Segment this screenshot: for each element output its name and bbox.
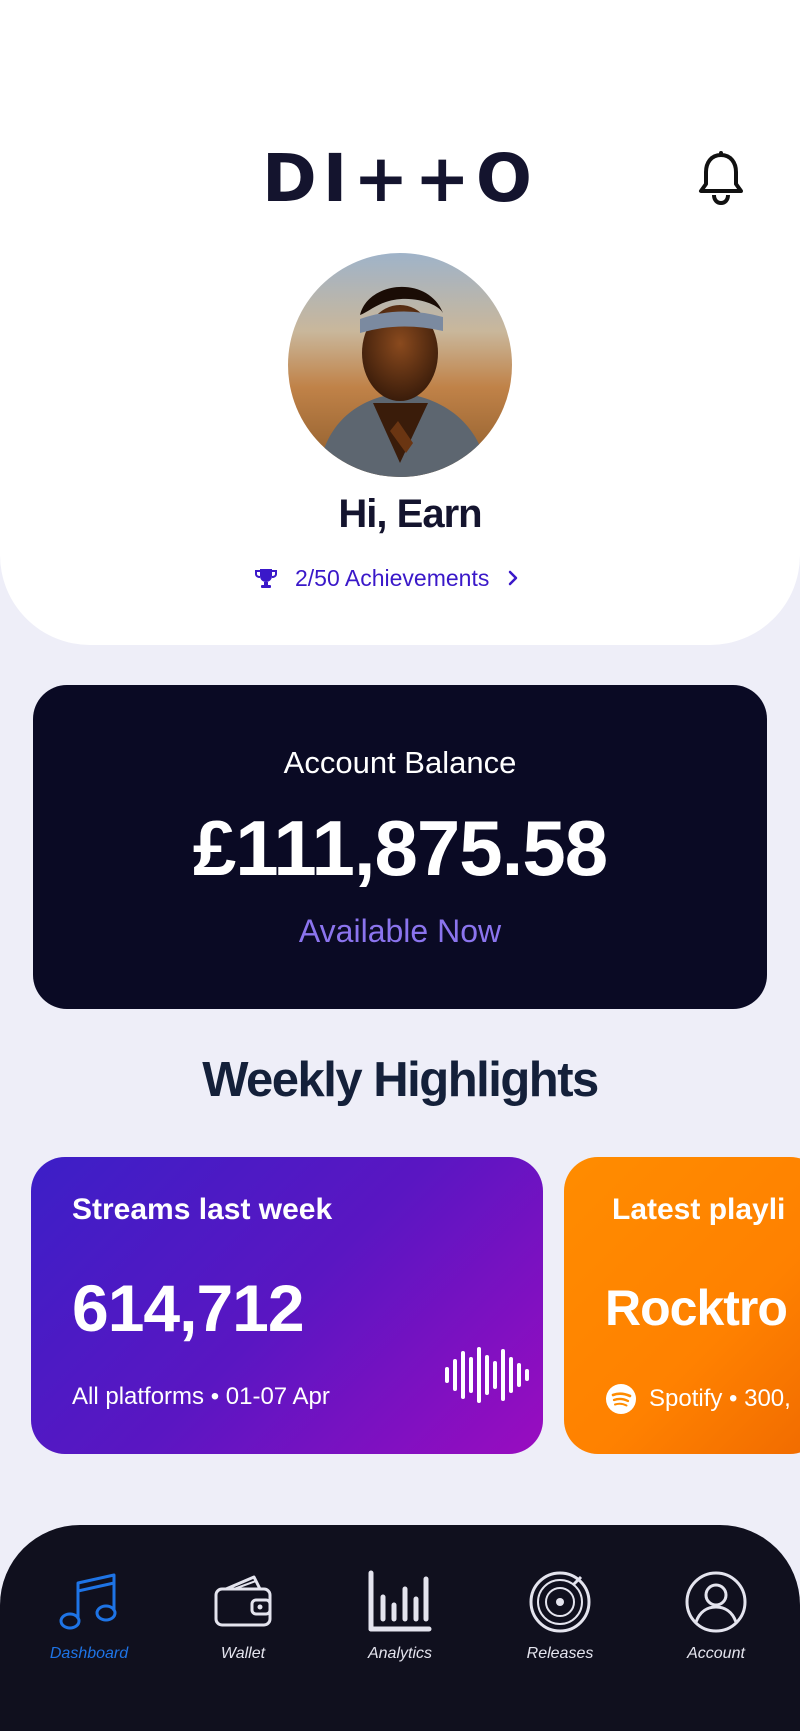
music-note-icon bbox=[59, 1573, 117, 1630]
nav-item-account[interactable]: Account bbox=[646, 1567, 786, 1663]
nav-label: Wallet bbox=[220, 1645, 266, 1662]
ditto-logo: DI++O bbox=[261, 140, 539, 217]
nav-item-dashboard[interactable]: Dashboard bbox=[19, 1567, 159, 1663]
greeting-title: Hi, Earn bbox=[338, 492, 482, 536]
nav-item-wallet[interactable]: Wallet bbox=[173, 1567, 313, 1663]
highlight-value: 614,712 bbox=[72, 1271, 305, 1345]
weekly-highlights-title: Weekly Highlights bbox=[202, 1053, 599, 1107]
nav-label: Releases bbox=[526, 1645, 594, 1662]
user-icon bbox=[685, 1571, 747, 1633]
achievements-label: 2/50 Achievements bbox=[295, 564, 490, 591]
highlight-title: Latest playli bbox=[612, 1193, 786, 1226]
streams-highlight-card[interactable]: Streams last week 614,712 All platforms … bbox=[31, 1157, 543, 1454]
wallet-icon bbox=[214, 1575, 272, 1627]
achievements-link[interactable]: 2/50 Achievements bbox=[255, 563, 519, 593]
nav-item-releases[interactable]: Releases bbox=[490, 1567, 630, 1663]
bottom-navigation: Dashboard Wallet Analytics Releases Acco… bbox=[0, 1525, 800, 1731]
nav-label: Dashboard bbox=[49, 1645, 129, 1662]
playlist-highlight-card[interactable]: Latest playli Rocktro Spotify • 300, bbox=[564, 1157, 800, 1454]
trophy-icon bbox=[255, 569, 277, 588]
chevron-right-icon bbox=[509, 570, 518, 586]
highlight-value: Rocktro bbox=[605, 1280, 788, 1336]
account-balance-card[interactable]: Account Balance £111,875.58 Available No… bbox=[33, 685, 767, 1009]
sound-wave-icon bbox=[445, 1347, 529, 1403]
highlight-subtitle: Spotify • 300, bbox=[605, 1383, 791, 1415]
highlight-subtitle: All platforms • 01-07 Apr bbox=[72, 1383, 330, 1410]
balance-status: Available Now bbox=[298, 913, 502, 949]
avatar[interactable] bbox=[288, 253, 512, 477]
spotify-icon bbox=[606, 1384, 636, 1414]
bar-chart-icon bbox=[368, 1570, 432, 1632]
notifications-bell-icon[interactable] bbox=[697, 150, 745, 206]
vinyl-record-icon bbox=[529, 1571, 591, 1633]
nav-label: Account bbox=[687, 1645, 745, 1662]
highlight-subtitle-text: Spotify • 300, bbox=[649, 1385, 791, 1412]
nav-item-analytics[interactable]: Analytics bbox=[330, 1567, 470, 1663]
profile-header: DI++O Hi, Earn 2/50 Achievements bbox=[0, 0, 800, 645]
balance-label: Account Balance bbox=[283, 745, 517, 780]
highlight-title: Streams last week bbox=[72, 1193, 333, 1226]
nav-label: Analytics bbox=[367, 1645, 433, 1662]
balance-amount: £111,875.58 bbox=[192, 804, 608, 892]
